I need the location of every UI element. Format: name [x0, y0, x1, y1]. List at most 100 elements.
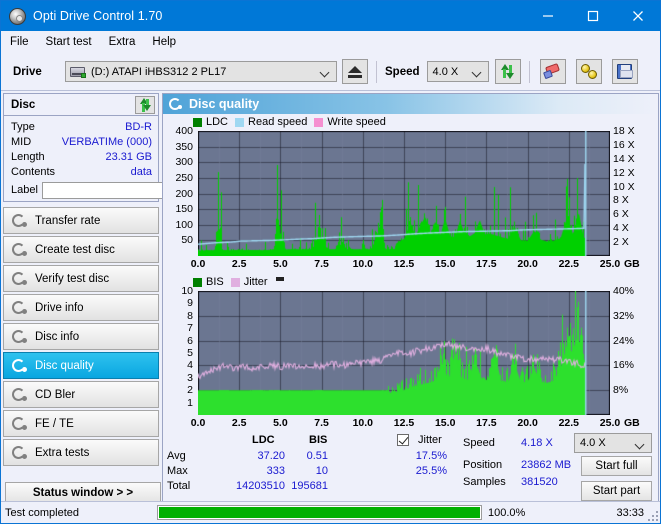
- y-tick-label: 1: [187, 396, 193, 409]
- legend-label: LDC: [206, 116, 229, 128]
- speed-readout-value: 4.18 X: [521, 437, 553, 449]
- resize-grip[interactable]: [647, 510, 658, 521]
- app-window: Opti Drive Control 1.70 File Start test …: [0, 0, 661, 524]
- sidebar-item-cd-bler[interactable]: CD Bler: [3, 381, 159, 408]
- menu-item-start-test[interactable]: Start test: [46, 34, 101, 50]
- disc-row-length: Length 23.31 GB: [4, 149, 158, 164]
- erase-button[interactable]: [539, 59, 566, 84]
- sidebar-item-create-test-disc[interactable]: Create test disc: [3, 236, 159, 263]
- menu-item-extra[interactable]: Extra: [109, 34, 145, 50]
- start-full-button[interactable]: Start full: [581, 456, 652, 476]
- x-tick-label: 15.0: [434, 417, 456, 429]
- y-tick-label: 3: [187, 371, 193, 384]
- stats-col-bis: BIS: [309, 434, 328, 446]
- x-tick-label: 20.0: [517, 258, 538, 270]
- ldc-plot-canvas: [198, 131, 610, 256]
- y-tick-label: 4 X: [613, 222, 629, 235]
- y-tick-label: 10: [181, 285, 193, 297]
- menu-item-file[interactable]: File: [10, 34, 38, 50]
- x-tick-label: 7.5: [314, 258, 329, 270]
- stats-panel: LDC BIS Jitter Avg 37.20 0.51 17.5% Max …: [163, 431, 658, 502]
- sidebar-item-transfer-rate[interactable]: Transfer rate: [3, 207, 159, 234]
- stats-row-label-avg: Avg: [167, 450, 186, 462]
- close-button[interactable]: [615, 1, 660, 31]
- disc-label-row: Label: [4, 179, 240, 201]
- speed-select[interactable]: 4.0 X: [426, 61, 489, 82]
- sidebar-item-verify-test-disc[interactable]: Verify test disc: [3, 265, 159, 292]
- legend-label: Jitter: [243, 276, 268, 288]
- y-tick-label: 50: [181, 234, 193, 247]
- jitter-checkbox[interactable]: [397, 434, 409, 446]
- y-tick-label: 150: [175, 203, 193, 216]
- start-part-button[interactable]: Start part: [581, 481, 652, 501]
- y-tick-label: 18 X: [613, 125, 635, 137]
- sidebar-item-label: Disc quality: [35, 359, 94, 372]
- y-tick-label: 8 X: [613, 194, 629, 207]
- progress-fill: [159, 507, 480, 518]
- marker-icon: [275, 277, 284, 281]
- sidebar-item-disc-info[interactable]: Disc info: [3, 323, 159, 350]
- x-axis-unit: GB: [624, 417, 640, 429]
- page-title: Disc quality: [189, 97, 260, 111]
- legend-swatch: [314, 117, 324, 127]
- samples-label: Samples: [463, 476, 506, 488]
- sidebar-item-disc-quality[interactable]: Disc quality: [3, 352, 159, 379]
- menu-item-help[interactable]: Help: [152, 34, 185, 50]
- status-text: Test completed: [5, 506, 79, 519]
- stats-total-ldc: 14203510: [236, 480, 285, 492]
- refresh-icon: [139, 98, 152, 112]
- x-tick-label: 12.5: [393, 258, 415, 270]
- sidebar-item-drive-info[interactable]: Drive info: [3, 294, 159, 321]
- disc-panel-title: Disc: [11, 98, 36, 111]
- y-tick-label: 24%: [613, 334, 635, 347]
- y-tick-label: 16 X: [613, 138, 635, 151]
- drive-select[interactable]: (D:) ATAPI iHBS312 2 PL17: [65, 61, 337, 82]
- y-tick-label: 12 X: [613, 166, 635, 179]
- y-tick-label: 250: [175, 171, 193, 184]
- speed-readout-label: Speed: [463, 437, 495, 449]
- gear-icon: [12, 300, 27, 315]
- eject-icon: [348, 65, 362, 78]
- disc-label-key: Label: [11, 184, 38, 196]
- gear-icon: [12, 242, 27, 257]
- disc-info-panel: Disc Type BD-R MID VERBATIMe (000) Lengt…: [3, 93, 240, 202]
- progress-percent: 100.0%: [488, 506, 526, 519]
- save-button[interactable]: [611, 59, 638, 84]
- sidebar-item-fe-te[interactable]: FE / TE: [3, 410, 159, 437]
- sidebar-item-extra-tests[interactable]: Extra tests: [3, 439, 159, 466]
- y-tick-label: 9: [187, 297, 193, 310]
- stats-max-bis: 10: [315, 465, 328, 477]
- y-tick-label: 14 X: [613, 152, 635, 165]
- test-speed-select[interactable]: 4.0 X: [574, 433, 652, 453]
- stats-total-bis: 195681: [291, 480, 328, 492]
- disc-row-value: data: [130, 165, 152, 178]
- x-tick-label: 17.5: [476, 417, 497, 429]
- test-speed-value: 4.0 X: [580, 437, 606, 449]
- legend-swatch: [193, 277, 202, 287]
- y-tick-label: 16%: [613, 359, 635, 372]
- stats-row-label-max: Max: [167, 465, 188, 477]
- minimize-button[interactable]: [525, 1, 570, 31]
- sidebar: Disc Type BD-R MID VERBATIMe (000) Lengt…: [3, 93, 240, 503]
- y-tick-label: 200: [175, 187, 193, 200]
- legend-swatch: [193, 117, 202, 127]
- x-tick-label: 7.5: [314, 417, 329, 429]
- stats-avg-ldc: 37.20: [257, 450, 285, 462]
- status-window-button[interactable]: Status window > >: [5, 482, 161, 503]
- cylinders-button[interactable]: [575, 59, 602, 84]
- y-tick-label: 300: [175, 156, 193, 169]
- disc-quality-panel: Disc quality LDC Read speed Write speed …: [162, 93, 659, 503]
- y-tick-label: 6: [187, 334, 193, 347]
- disc-row-key: Type: [11, 120, 35, 133]
- disc-refresh-button[interactable]: [135, 95, 155, 114]
- maximize-button[interactable]: [570, 1, 615, 31]
- gear-icon: [12, 358, 27, 373]
- disc-icon: [9, 7, 26, 25]
- x-tick-label: 25.0: [599, 258, 621, 270]
- stats-row-label-total: Total: [167, 480, 191, 492]
- eject-button[interactable]: [342, 59, 368, 84]
- x-tick-label: 12.5: [393, 417, 415, 429]
- refresh-button[interactable]: [494, 59, 521, 84]
- samples-value: 381520: [521, 476, 558, 488]
- y-tick-label: 40%: [613, 285, 635, 297]
